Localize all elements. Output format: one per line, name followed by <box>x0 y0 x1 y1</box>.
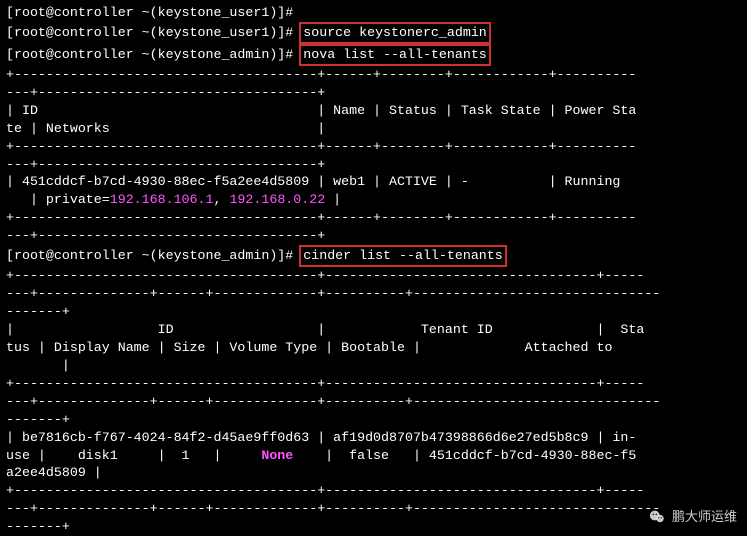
cinder-sep: +--------------------------------------+… <box>6 267 741 285</box>
command-source-highlight: source keystonerc_admin <box>299 22 491 44</box>
ip-address: 192.168.106.1 <box>110 192 214 207</box>
cinder-sep: ---+--------------+------+-------------+… <box>6 393 741 411</box>
text: | private= <box>6 192 110 207</box>
text: , <box>213 192 229 207</box>
cinder-header: | <box>6 357 741 375</box>
nova-sep: +--------------------------------------+… <box>6 138 741 156</box>
nova-header: te | Networks | <box>6 120 741 138</box>
prompt-line-2: [root@controller ~(keystone_user1)]# sou… <box>6 22 741 44</box>
nova-header: | ID | Name | Status | Task State | Powe… <box>6 102 741 120</box>
nova-sep: ---+-----------------------------------+ <box>6 227 741 245</box>
command-nova-highlight: nova list --all-tenants <box>299 44 491 66</box>
cinder-header: tus | Display Name | Size | Volume Type … <box>6 339 741 357</box>
cinder-sep: -------+ <box>6 303 741 321</box>
nova-sep: +--------------------------------------+… <box>6 66 741 84</box>
shell-prompt[interactable]: [root@controller ~(keystone_admin)]# <box>6 47 301 62</box>
prompt-line-3: [root@controller ~(keystone_admin)]# nov… <box>6 44 741 66</box>
watermark-text: 鹏大师运维 <box>672 508 737 526</box>
nova-row-networks: | private=192.168.106.1, 192.168.0.22 | <box>6 191 741 209</box>
none-value: None <box>261 448 293 463</box>
cinder-header: | ID | Tenant ID | Sta <box>6 321 741 339</box>
watermark: 鹏大师运维 <box>648 508 737 526</box>
cinder-sep: -------+ <box>6 411 741 429</box>
nova-sep: ---+-----------------------------------+ <box>6 156 741 174</box>
cinder-sep: +--------------------------------------+… <box>6 482 741 500</box>
nova-sep: +--------------------------------------+… <box>6 209 741 227</box>
ip-address: 192.168.0.22 <box>229 192 325 207</box>
cinder-row: a2ee4d5809 | <box>6 464 741 482</box>
cinder-sep: -------+ <box>6 518 741 536</box>
cinder-row: use | disk1 | 1 | None | false | 451cddc… <box>6 447 741 465</box>
cinder-sep: ---+--------------+------+-------------+… <box>6 285 741 303</box>
prompt-line-4: [root@controller ~(keystone_admin)]# cin… <box>6 245 741 267</box>
text: | false | 451cddcf-b7cd-4930-88ec-f5 <box>293 448 636 463</box>
shell-prompt[interactable]: [root@controller ~(keystone_user1)]# <box>6 5 301 20</box>
cinder-sep: ---+--------------+------+-------------+… <box>6 500 741 518</box>
command-cinder-highlight: cinder list --all-tenants <box>299 245 507 267</box>
prompt-line-1: [root@controller ~(keystone_user1)]# <box>6 4 741 22</box>
nova-row: | 451cddcf-b7cd-4930-88ec-f5a2ee4d5809 |… <box>6 173 741 191</box>
wechat-icon <box>648 508 666 526</box>
command-text: cinder list --all-tenants <box>303 248 503 263</box>
text: | <box>325 192 341 207</box>
text: use | disk1 | 1 | <box>6 448 261 463</box>
shell-prompt[interactable]: [root@controller ~(keystone_user1)]# <box>6 25 301 40</box>
nova-sep: ---+-----------------------------------+ <box>6 84 741 102</box>
command-text: source keystonerc_admin <box>303 25 487 40</box>
cinder-sep: +--------------------------------------+… <box>6 375 741 393</box>
shell-prompt[interactable]: [root@controller ~(keystone_admin)]# <box>6 248 301 263</box>
command-text: nova list --all-tenants <box>303 47 487 62</box>
cinder-row: | be7816cb-f767-4024-84f2-d45ae9ff0d63 |… <box>6 429 741 447</box>
